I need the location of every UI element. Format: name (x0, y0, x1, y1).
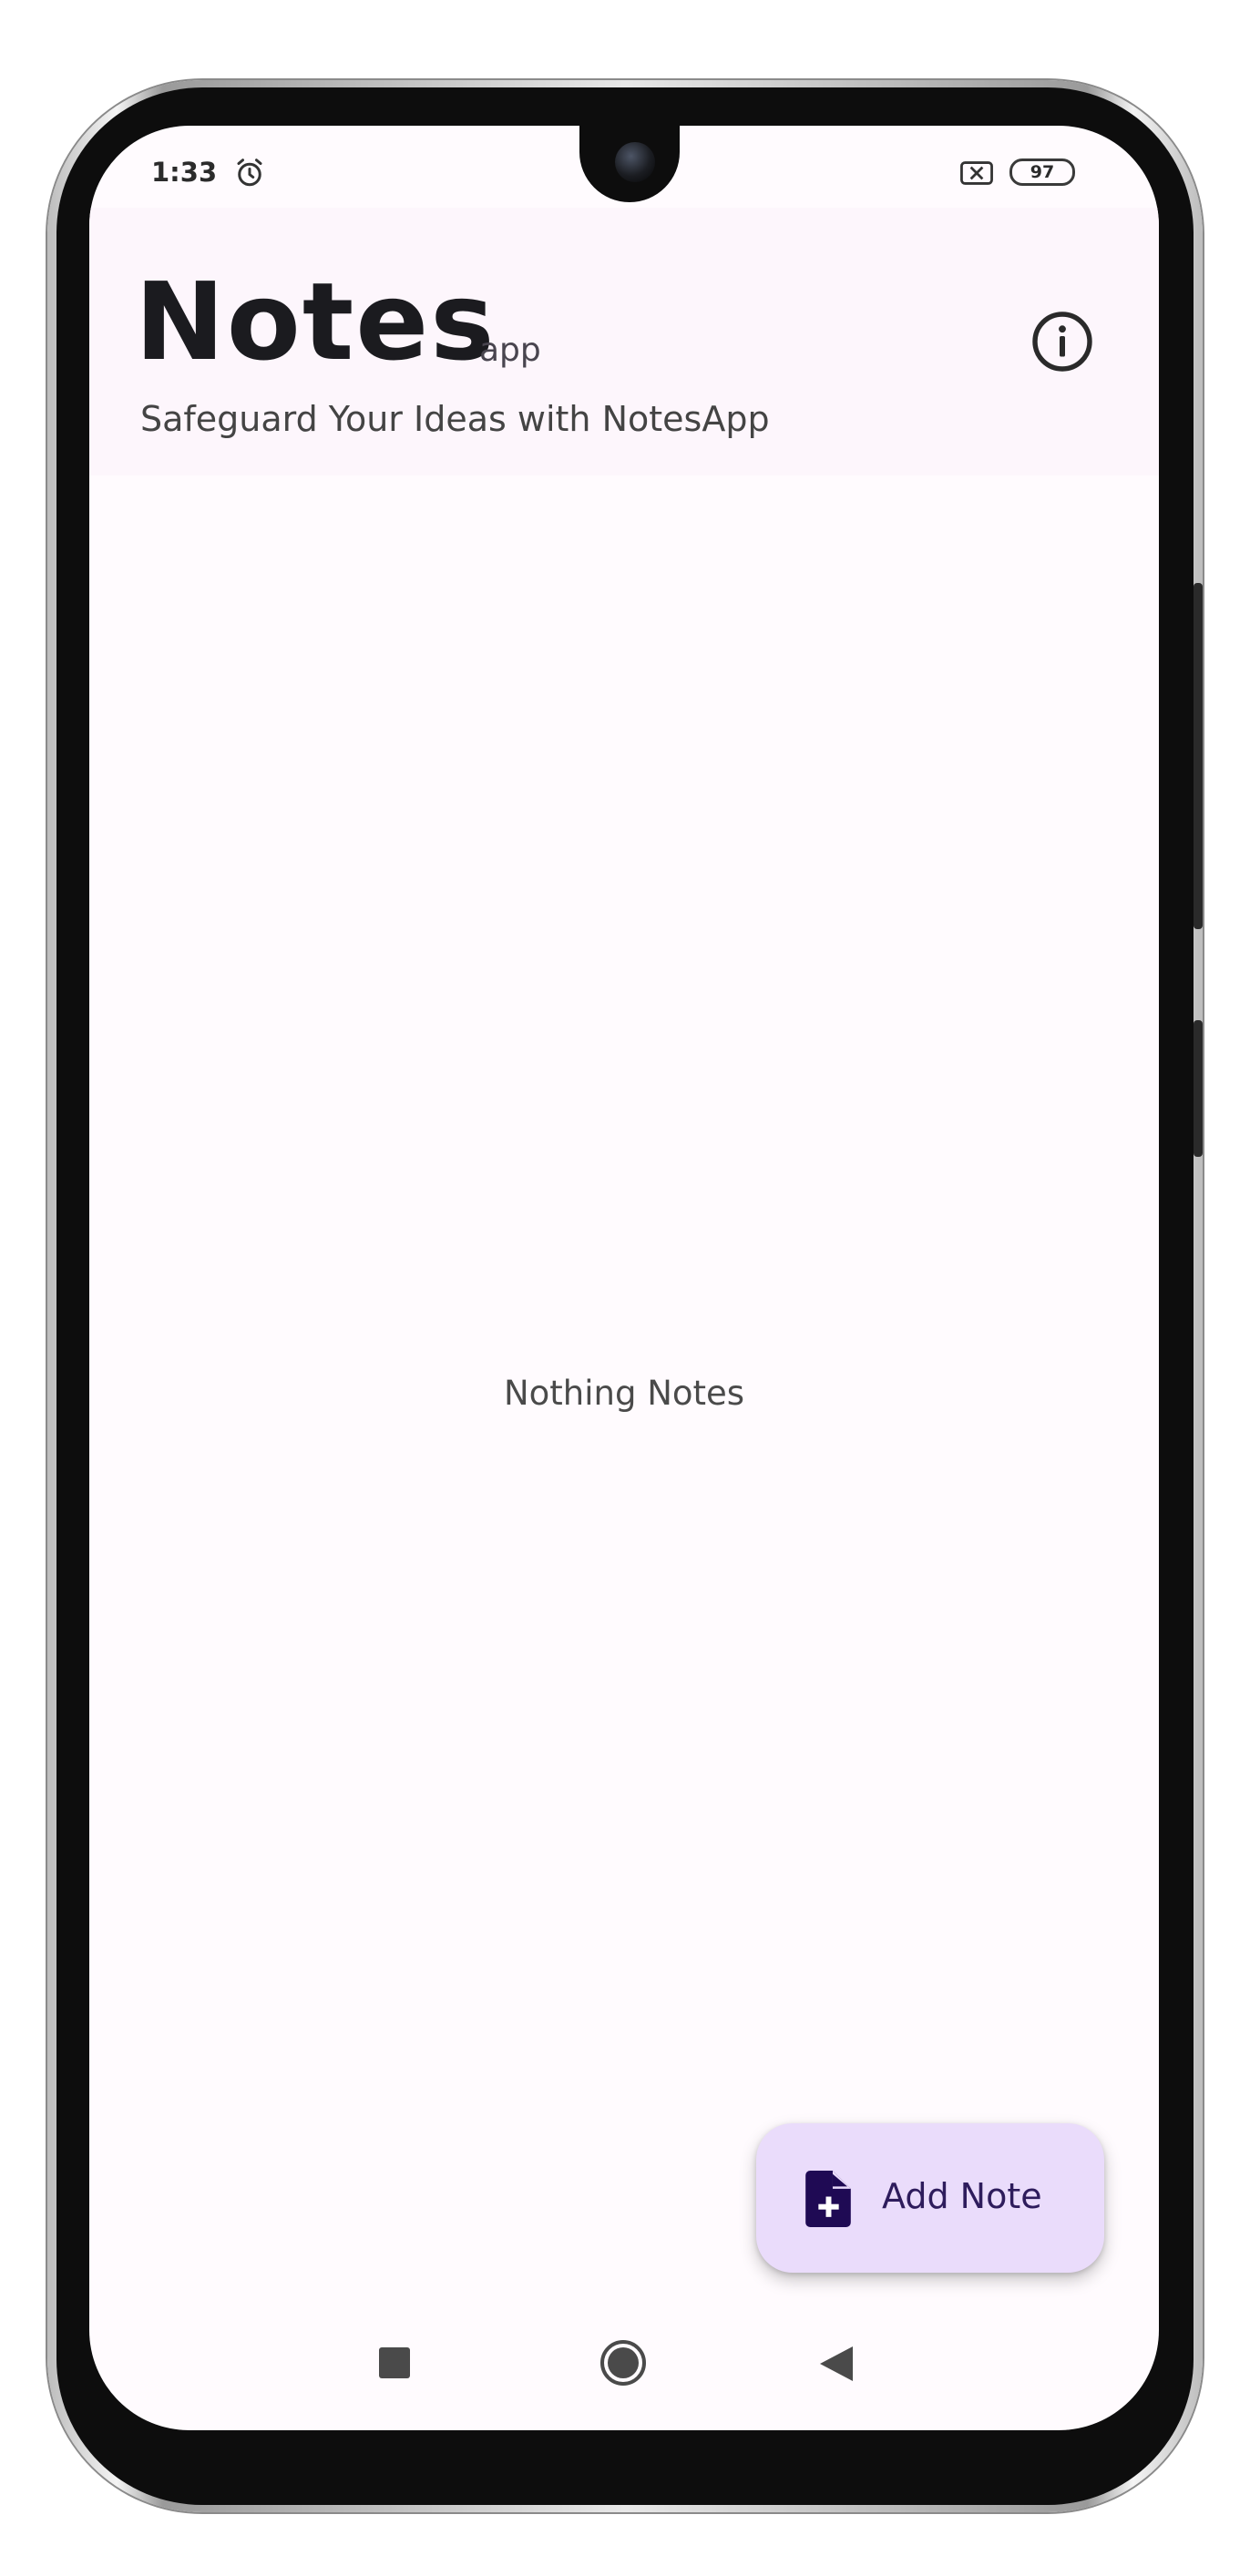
app-header: Notes app Safeguard Your Ideas with Note… (89, 208, 1159, 475)
battery-level: 97 (1030, 162, 1055, 182)
add-note-button[interactable]: Add Note (756, 2123, 1104, 2273)
recents-icon[interactable] (379, 2347, 410, 2378)
volume-button (1194, 583, 1203, 929)
info-icon (1032, 312, 1092, 372)
add-note-label: Add Note (882, 2176, 1042, 2216)
battery-icon: 97 (1009, 158, 1075, 186)
title-suffix: app (479, 332, 541, 369)
page-title: Notes (135, 259, 497, 384)
device-mockup: 1:33 97 Notes app Safeguard Your Ideas w… (0, 0, 1250, 2576)
home-icon[interactable] (599, 2339, 647, 2387)
info-button[interactable] (1026, 305, 1099, 378)
app-screen: 1:33 97 Notes app Safeguard Your Ideas w… (89, 126, 1159, 2430)
page-subtitle: Safeguard Your Ideas with NotesApp (140, 399, 770, 439)
back-icon[interactable] (820, 2346, 853, 2381)
sim-absent-icon (960, 161, 993, 185)
system-nav-bar (89, 2321, 1159, 2412)
front-camera (615, 142, 655, 182)
alarm-icon (237, 158, 262, 187)
empty-state-message: Nothing Notes (503, 1374, 745, 1413)
status-time: 1:33 (151, 157, 218, 188)
power-button (1194, 1020, 1203, 1157)
note-add-icon (805, 2171, 851, 2227)
